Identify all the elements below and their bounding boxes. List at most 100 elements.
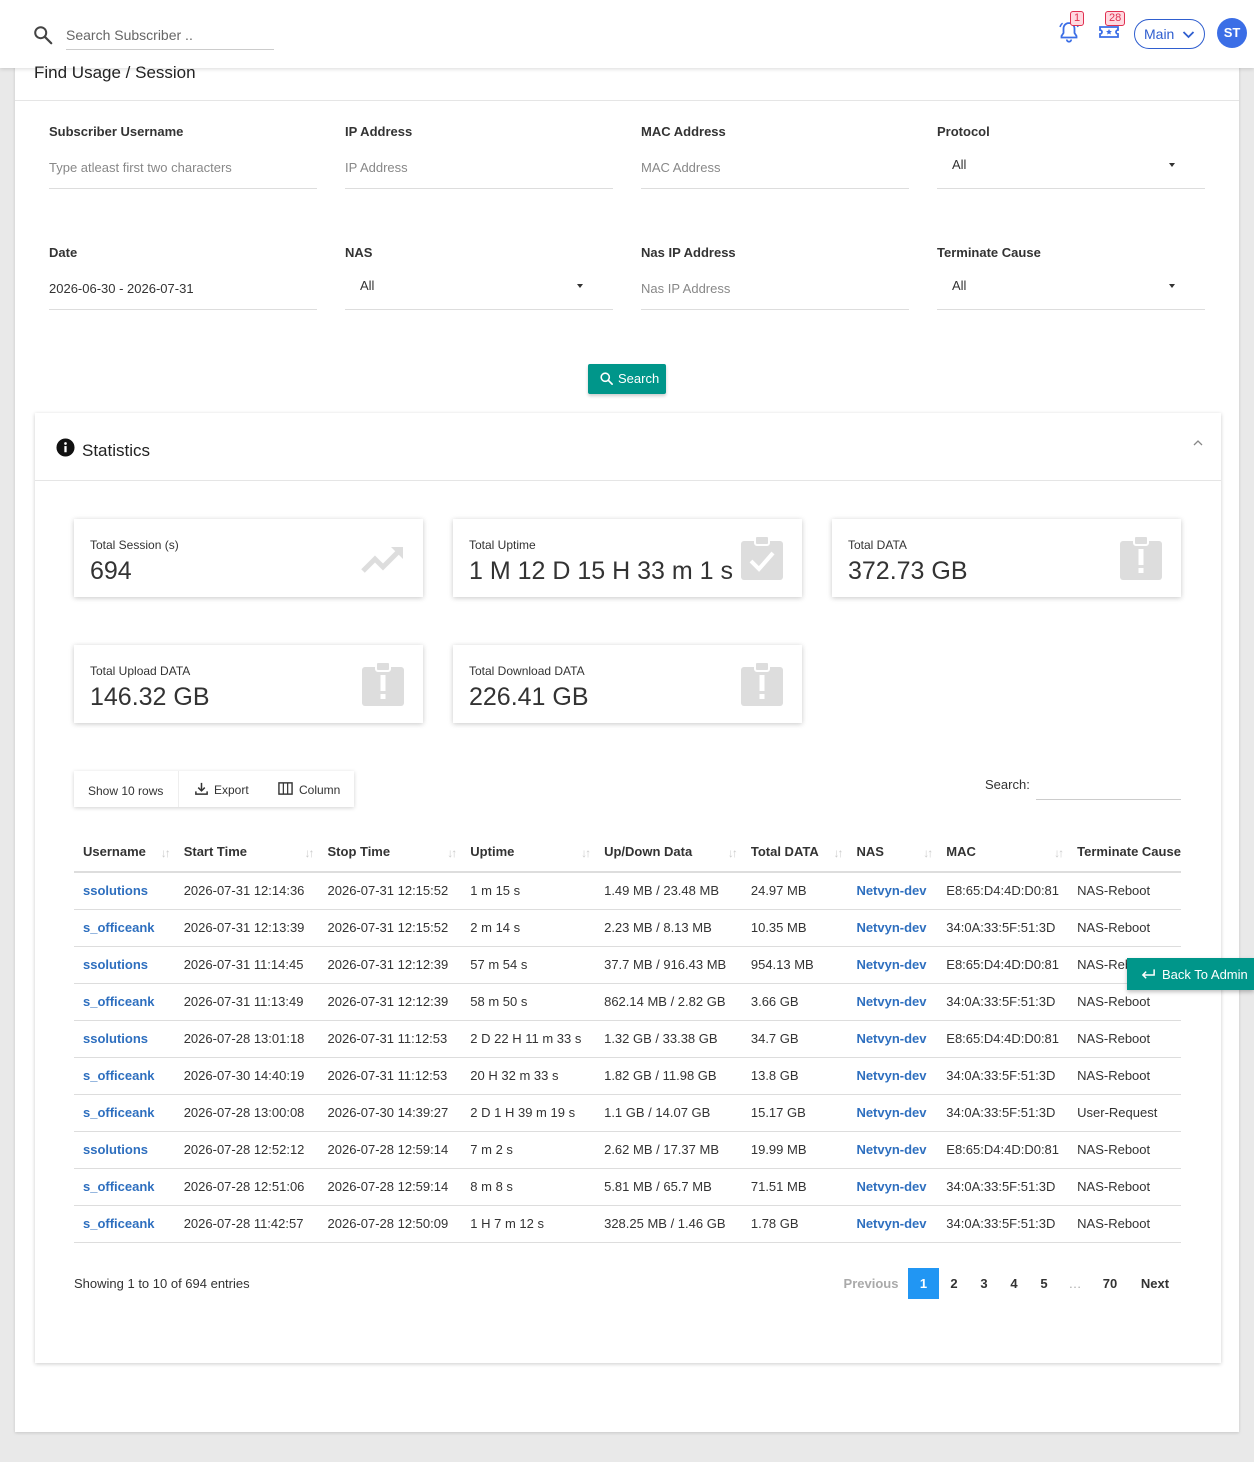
sort-icon[interactable]: ↓↑ [728,846,738,860]
date-range-input[interactable]: 2026-06-30 - 2026-07-31 [49,270,317,310]
table-cell: 2026-07-31 11:12:53 [318,1057,462,1095]
username-input[interactable]: Type atleast first two characters [49,149,317,189]
pagination-previous[interactable]: Previous [835,1268,907,1299]
username-link[interactable]: s_officeank [74,1057,175,1095]
column-header[interactable]: NAS ↓↑ [847,832,938,873]
mac-input[interactable]: MAC Address [641,149,909,189]
table-cell: NAS-Reboot [1068,1131,1181,1169]
clipboard-alert-icon [362,661,404,706]
nas-ip-label: Nas IP Address [641,245,736,260]
ticket-button[interactable]: 28 [1097,11,1126,46]
username-filter: Subscriber Username Type atleast first t… [49,124,317,189]
column-visibility-button[interactable]: Column [278,771,340,807]
stat-value: 226.41 GB [469,683,589,711]
table-cell: 328.25 MB / 1.46 GB [595,1205,742,1243]
table-cell: 2026-07-28 12:52:12 [174,1131,319,1169]
column-header-label: Username [83,844,146,859]
nas-ip-input[interactable]: Nas IP Address [641,270,909,310]
table-search-input[interactable] [1036,770,1181,800]
ip-input[interactable]: IP Address [345,149,613,189]
nas-link[interactable]: Netvyn-dev [847,1020,938,1058]
column-header[interactable]: MAC ↓↑ [937,832,1069,873]
branch-select[interactable]: Main [1134,19,1205,49]
sort-icon[interactable]: ↓↑ [833,846,843,860]
nas-select[interactable]: All [345,270,613,310]
username-link[interactable]: ssolutions [74,946,175,984]
table-body: ssolutions 2026-07-31 12:14:36 2026-07-31 … [74,872,1181,1243]
pagination-page-4[interactable]: 4 [999,1268,1029,1299]
column-header[interactable]: Username ↓↑ [74,832,175,873]
stat-value: 146.32 GB [90,683,210,711]
nas-link[interactable]: Netvyn-dev [847,946,938,984]
column-header[interactable]: Total DATA ↓↑ [741,832,848,873]
pagination-next[interactable]: Next [1131,1268,1179,1299]
column-header[interactable]: Terminate Cause [1068,832,1181,873]
column-header-label: MAC [946,844,976,859]
pagination-page-2[interactable]: 2 [939,1268,969,1299]
username-link[interactable]: s_officeank [74,909,175,947]
nas-link[interactable]: Netvyn-dev [847,872,938,910]
sort-icon[interactable]: ↓↑ [305,846,315,860]
pagination-page-1[interactable]: 1 [908,1268,939,1299]
table-cell: 2026-07-28 12:59:14 [318,1131,462,1169]
pagination-ellipsis: … [1068,1276,1082,1291]
notification-button[interactable]: 1 [1057,11,1085,46]
column-header[interactable]: Up/Down Data ↓↑ [595,832,742,873]
search-button[interactable]: Search [588,364,666,394]
nas-ip-filter: Nas IP Address Nas IP Address [641,245,909,310]
caret-down-icon [577,284,583,288]
table-toolbar: Show 10 rows Export Column [74,771,354,807]
subscriber-search-input[interactable] [66,20,274,50]
pagination-page-5[interactable]: 5 [1029,1268,1059,1299]
pagination-page-70[interactable]: 70 [1091,1268,1129,1299]
username-link[interactable]: ssolutions [74,1131,175,1169]
sort-icon[interactable]: ↓↑ [447,846,457,860]
column-header-label: Uptime [470,844,515,859]
username-link[interactable]: s_officeank [74,983,175,1021]
column-header[interactable]: Stop Time ↓↑ [318,832,462,873]
sort-icon[interactable]: ↓↑ [1054,846,1064,860]
stat-total-session: Total Session (s) 694 [74,519,423,597]
nas-link[interactable]: Netvyn-dev [847,1131,938,1169]
username-link[interactable]: s_officeank [74,1168,175,1206]
protocol-select[interactable]: All [937,149,1205,189]
back-to-admin-label: Back To Admin [1162,967,1248,982]
username-link[interactable]: ssolutions [74,872,175,910]
info-icon [56,438,75,457]
column-label: Column [299,783,341,797]
terminate-cause-select[interactable]: All [937,270,1205,310]
column-header[interactable]: Uptime ↓↑ [461,832,596,873]
table-cell: 2026-07-31 11:12:53 [318,1020,462,1058]
show-rows-button[interactable]: Show 10 rows [88,771,163,807]
stat-total-uptime: Total Uptime 1 M 12 D 15 H 33 m 1 s [453,519,802,597]
terminate-cause-label: Terminate Cause [937,245,1041,260]
column-header[interactable]: Start Time ↓↑ [174,832,319,873]
nas-link[interactable]: Netvyn-dev [847,983,938,1021]
caret-down-icon [1169,284,1175,288]
search-icon[interactable] [32,24,54,46]
back-to-admin-button[interactable]: Back To Admin [1127,958,1254,990]
username-link[interactable]: ssolutions [74,1020,175,1058]
table-cell: 2.23 MB / 8.13 MB [595,909,742,947]
page-title: Find Usage / Session [34,63,196,82]
sort-icon[interactable]: ↓↑ [923,846,933,860]
avatar[interactable]: ST [1217,18,1247,48]
username-link[interactable]: s_officeank [74,1094,175,1132]
chevron-up-icon[interactable] [1192,437,1204,449]
username-link[interactable]: s_officeank [74,1205,175,1243]
table-info: Showing 1 to 10 of 694 entries [74,1276,250,1291]
export-button[interactable]: Export [194,771,249,807]
nas-link[interactable]: Netvyn-dev [847,1205,938,1243]
nas-link[interactable]: Netvyn-dev [847,1168,938,1206]
sessions-table: Username ↓↑ Start Time ↓↑ Stop Time ↓↑ Uptime ↓… [74,832,1181,1243]
divider [178,771,179,807]
pagination-page-3[interactable]: 3 [969,1268,999,1299]
nas-link[interactable]: Netvyn-dev [847,1094,938,1132]
nas-link[interactable]: Netvyn-dev [847,1057,938,1095]
table-cell: 34:0A:33:5F:51:3D [937,1205,1069,1243]
date-label: Date [49,245,78,260]
sort-icon[interactable]: ↓↑ [161,846,171,860]
divider [15,100,1239,101]
nas-link[interactable]: Netvyn-dev [847,909,938,947]
sort-icon[interactable]: ↓↑ [581,846,591,860]
